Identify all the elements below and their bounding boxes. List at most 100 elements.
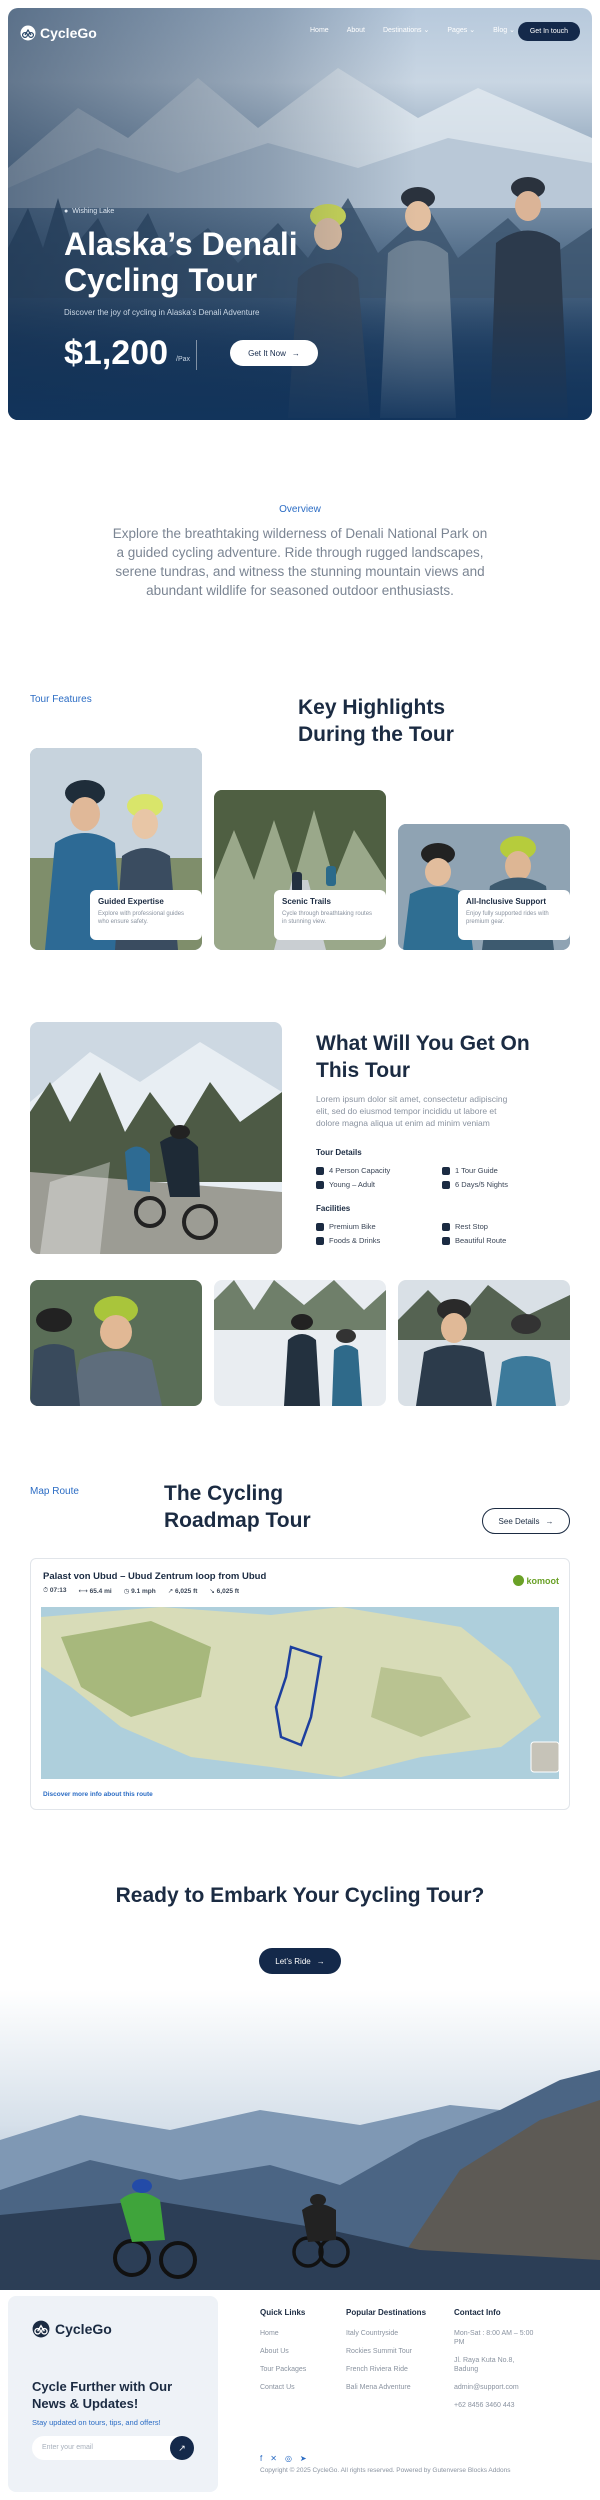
stat-duration-value: 07:13 <box>49 1587 67 1594</box>
nav-pages[interactable]: Pages ⌄ <box>447 26 476 35</box>
feature-caption: Guided Expertise Explore with profession… <box>90 890 202 940</box>
calendar-icon <box>442 1180 450 1189</box>
route-info-link[interactable]: Discover more info about this route <box>43 1791 153 1798</box>
facility-bike: Premium Bike <box>316 1222 376 1231</box>
gallery-image-3 <box>398 1280 570 1406</box>
nav-home[interactable]: Home <box>310 26 329 34</box>
price-unit: /Pax <box>176 356 191 363</box>
facebook-icon[interactable]: f <box>260 2454 262 2463</box>
telegram-icon[interactable]: ➤ <box>300 2454 307 2463</box>
feature-card-guided[interactable]: Guided Expertise Explore with profession… <box>30 748 202 950</box>
clock-icon <box>316 1180 324 1189</box>
stat-speed: ◷ 9.1 mph <box>123 1588 156 1595</box>
detail-duration-label: 6 Days/5 Nights <box>455 1180 508 1189</box>
map-route-label: Map Route <box>30 1486 79 1497</box>
tour-features-label: Tour Features <box>30 694 92 705</box>
route-icon <box>442 1236 450 1245</box>
facility-food: Foods & Drinks <box>316 1236 380 1245</box>
person-icon <box>442 1166 450 1175</box>
footer-link-packages[interactable]: Tour Packages <box>260 2365 306 2374</box>
facility-food-label: Foods & Drinks <box>329 1236 381 1245</box>
cta-title: Ready to Embark Your Cycling Tour? <box>115 1884 485 1907</box>
footer-link-about[interactable]: About Us <box>260 2347 306 2356</box>
group-icon <box>316 1166 324 1175</box>
bike-logo-icon <box>32 2320 50 2338</box>
contact-phone[interactable]: +62 8456 3460 443 <box>454 2401 534 2410</box>
arrow-right-icon: → <box>291 348 300 358</box>
komoot-icon <box>512 1575 524 1586</box>
route-title[interactable]: Palast von Ubud – Ubud Zentrum loop from… <box>43 1571 266 1582</box>
brand-name: CycleGo <box>40 25 97 41</box>
tour-main-photo <box>30 1022 282 1254</box>
get-in-touch-button[interactable]: Get In touch <box>517 22 580 41</box>
footer: CycleGo Cycle Further with Our News & Up… <box>8 2296 592 2492</box>
destination-link[interactable]: Italy Countryside <box>346 2329 426 2338</box>
bike-icon <box>316 1222 324 1231</box>
feature-desc: Cycle through breathtaking routes in stu… <box>282 911 373 925</box>
get-it-now-button[interactable]: Get It Now → <box>230 340 318 366</box>
location-label: Wishing Lake <box>72 208 115 215</box>
lets-ride-button[interactable]: Let’s Ride → <box>259 1948 341 1974</box>
subscribe-button[interactable]: ↗ <box>170 2436 194 2460</box>
destination-link[interactable]: French Riviera Ride <box>346 2365 426 2374</box>
lets-ride-label: Let’s Ride <box>275 1956 311 1966</box>
nav-destinations[interactable]: Destinations ⌄ <box>382 26 430 35</box>
feature-desc: Explore with professional guides who ens… <box>98 911 185 925</box>
destination-link[interactable]: Bali Mena Adventure <box>346 2383 426 2392</box>
footer-link-home[interactable]: Home <box>260 2329 306 2338</box>
stat-speed-value: 9.1 mph <box>131 1588 156 1595</box>
instagram-icon[interactable]: ◎ <box>285 2454 292 2463</box>
see-details-button[interactable]: See Details → <box>482 1508 570 1534</box>
destination-link[interactable]: Rockies Summit Tour <box>346 2347 426 2356</box>
route-stats: ⏱ 07:13 ⟷ 65.4 mi ◷ 9.1 mph ↗ 6,025 ft ↘… <box>43 1587 239 1595</box>
footer-brand-name: CycleGo <box>55 2321 112 2337</box>
newsletter-panel: CycleGo Cycle Further with Our News & Up… <box>8 2296 218 2492</box>
nav-about[interactable]: About <box>347 26 365 34</box>
contact-hours: Mon-Sat : 8:00 AM – 5:00 PM <box>454 2330 534 2346</box>
route-map-widget: Palast von Ubud – Ubud Zentrum loop from… <box>30 1558 570 1810</box>
feature-caption: Scenic Trails Cycle through breathtaking… <box>274 890 386 940</box>
quick-links: Quick Links Home About Us Tour Packages … <box>260 2308 306 2401</box>
feature-caption: All-Inclusive Support Enjoy fully suppor… <box>458 890 570 940</box>
pin-icon <box>442 1222 450 1231</box>
gallery-photo-3 <box>398 1280 570 1406</box>
roadmap-title: The Cycling Roadmap Tour <box>164 1482 311 1532</box>
feature-card-scenic[interactable]: Scenic Trails Cycle through breathtaking… <box>214 790 386 950</box>
facility-rest-label: Rest Stop <box>455 1222 488 1231</box>
chevron-down-icon: ⌄ <box>509 27 516 34</box>
nav-blog[interactable]: Blog ⌄ <box>493 26 516 35</box>
route-map[interactable] <box>41 1607 560 1779</box>
detail-capacity: 4 Person Capacity <box>316 1166 390 1175</box>
map-image <box>41 1607 560 1779</box>
quick-links-heading: Quick Links <box>260 2308 306 2317</box>
detail-guide-label: 1 Tour Guide <box>455 1166 498 1175</box>
chevron-down-icon: ⌄ <box>423 27 430 34</box>
feature-card-support[interactable]: All-Inclusive Support Enjoy fully suppor… <box>398 824 570 950</box>
nav-destinations-label: Destinations <box>382 26 422 34</box>
facility-route-label: Beautiful Route <box>455 1236 507 1245</box>
what-you-get-text: Lorem ipsum dolor sit amet, consectetur … <box>316 1094 508 1128</box>
footer-link-contact[interactable]: Contact Us <box>260 2383 306 2392</box>
arrow-up-right-icon: ↗ <box>178 2442 186 2453</box>
detail-capacity-label: 4 Person Capacity <box>329 1166 391 1175</box>
chevron-down-icon: ⌄ <box>469 27 476 34</box>
stat-uphill-value: 6,025 ft <box>175 1588 198 1595</box>
bike-logo-icon <box>20 25 36 41</box>
brand-logo[interactable]: CycleGo <box>20 25 97 41</box>
footer-brand[interactable]: CycleGo <box>32 2320 112 2338</box>
x-icon[interactable]: ✕ <box>270 2454 277 2463</box>
gallery-photo-2 <box>214 1280 386 1406</box>
contact-heading: Contact Info <box>454 2308 501 2317</box>
facility-route: Beautiful Route <box>442 1236 506 1245</box>
contact-email[interactable]: admin@support.com <box>454 2383 534 2392</box>
komoot-logo[interactable]: komoot <box>512 1575 560 1586</box>
facilities-heading: Facilities <box>316 1204 351 1213</box>
stat-downhill-value: 6,025 ft <box>216 1588 240 1595</box>
stat-downhill: ↘ 6,025 ft <box>209 1588 240 1595</box>
contact-info: Contact Info Mon-Sat : 8:00 AM – 5:00 PM… <box>454 2308 534 2419</box>
tour-details-heading: Tour Details <box>316 1148 362 1157</box>
get-it-now-label: Get It Now <box>248 348 286 358</box>
email-input[interactable]: Enter your email <box>32 2436 192 2460</box>
komoot-label: komoot <box>526 1575 560 1586</box>
gallery-image-1 <box>30 1280 202 1406</box>
